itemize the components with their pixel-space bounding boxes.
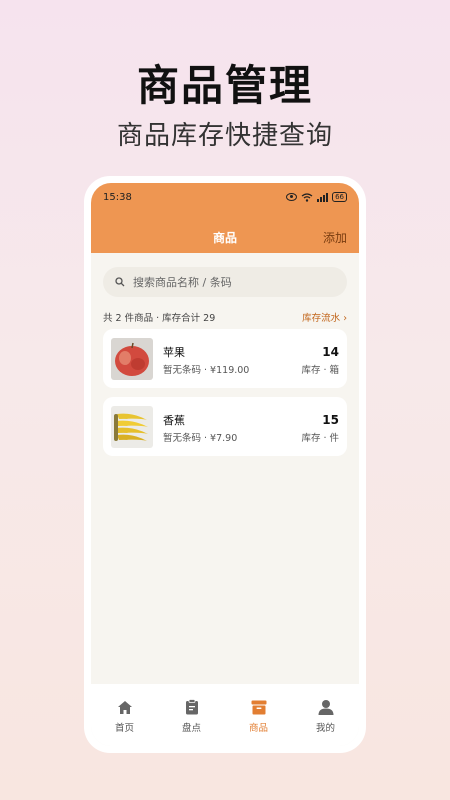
app-screen: 15:38 66 商品 添加 搜索商品名称 / 条码 共 2 件商品 · 库存合… (91, 183, 359, 746)
summary-text: 共 2 件商品 · 库存合计 29 (103, 313, 216, 324)
clipboard-icon (185, 698, 199, 716)
tab-label: 首页 (114, 723, 134, 734)
page-title: 商品 (212, 231, 237, 245)
apple-image (111, 338, 153, 380)
product-name: 苹果 (163, 346, 185, 359)
tab-products[interactable]: 商品 (229, 698, 289, 746)
tab-label: 我的 (315, 723, 335, 734)
search-input[interactable]: 搜索商品名称 / 条码 (103, 267, 347, 297)
search-icon (115, 277, 125, 287)
product-card-banana[interactable]: 香蕉 暂无条码 · ¥7.90 15 库存 · 件 (103, 397, 347, 456)
user-icon (318, 698, 334, 716)
product-meta: 暂无条码 · ¥7.90 (163, 433, 238, 444)
eye-icon (286, 193, 298, 201)
status-icons: 66 (286, 192, 347, 202)
home-icon (117, 698, 133, 716)
tab-home[interactable]: 首页 (95, 698, 155, 746)
box-icon (251, 698, 267, 716)
bottom-tab-bar: 首页 盘点 商品 我的 (91, 684, 359, 746)
inventory-summary: 共 2 件商品 · 库存合计 29 库存流水 › (103, 310, 347, 324)
product-qty: 14 (322, 345, 339, 359)
tab-label: 商品 (248, 723, 268, 734)
banana-image (111, 406, 153, 448)
phone-frame: 15:38 66 商品 添加 搜索商品名称 / 条码 共 2 件商品 · 库存合… (84, 176, 366, 753)
signal-icon (317, 192, 329, 202)
product-name: 香蕉 (163, 414, 185, 427)
wifi-icon (301, 192, 313, 202)
tab-label: 盘点 (181, 723, 201, 734)
product-meta: 暂无条码 · ¥119.00 (163, 365, 250, 376)
product-card-apple[interactable]: 苹果 暂无条码 · ¥119.00 14 库存 · 箱 (103, 329, 347, 388)
battery-icon: 66 (332, 192, 347, 202)
product-unit: 库存 · 件 (301, 433, 339, 444)
search-placeholder: 搜索商品名称 / 条码 (133, 276, 232, 289)
product-unit: 库存 · 箱 (301, 365, 339, 376)
app-header: 15:38 66 商品 添加 (91, 183, 359, 253)
hero-title: 商品管理 (136, 61, 313, 110)
hero-subtitle: 商品库存快捷查询 (116, 121, 333, 151)
tab-inventory-check[interactable]: 盘点 (162, 698, 222, 746)
status-time: 15:38 (103, 192, 132, 203)
tab-profile[interactable]: 我的 (296, 698, 356, 746)
product-qty: 15 (322, 413, 339, 427)
inventory-flow-link[interactable]: 库存流水 › (302, 310, 347, 324)
add-button[interactable]: 添加 (323, 229, 347, 246)
